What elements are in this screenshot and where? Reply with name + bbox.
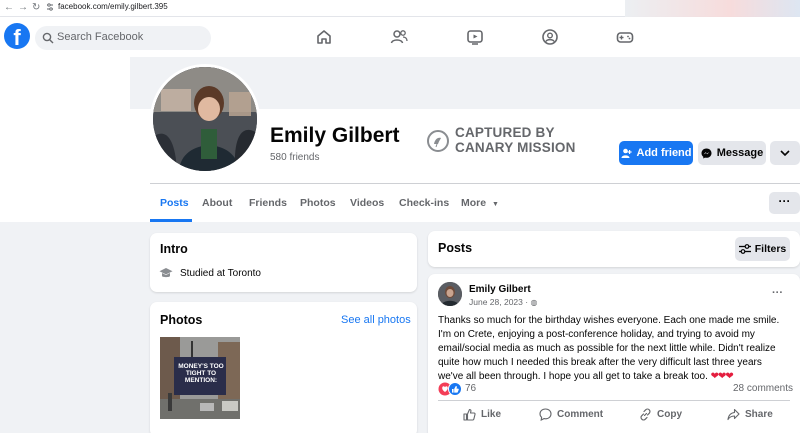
share-icon (727, 408, 740, 421)
profile-more-button[interactable]: ··· (769, 192, 800, 214)
chevron-down-icon (780, 150, 790, 156)
friends-icon[interactable] (390, 28, 408, 46)
message-label: Message (716, 147, 764, 159)
intro-title: Intro (160, 242, 188, 256)
profile-photo-image (153, 67, 257, 171)
post-author-avatar[interactable] (438, 282, 462, 306)
photos-title: Photos (160, 313, 203, 327)
blurred-tab-area (625, 0, 800, 17)
like-label: Like (481, 409, 502, 420)
post-author-name[interactable]: Emily Gilbert (469, 284, 531, 295)
canary-bird-icon (427, 130, 449, 152)
post-actions-divider (438, 400, 790, 401)
reload-icon[interactable]: ↻ (32, 2, 40, 13)
tab-photos[interactable]: Photos (300, 197, 336, 209)
add-friend-button[interactable]: Add friend (619, 141, 693, 165)
comment-count[interactable]: 28 comments (733, 383, 793, 394)
messenger-icon (701, 148, 712, 158)
more-dots-icon: ··· (778, 194, 791, 208)
post-body: Thanks so much for the birthday wishes e… (438, 314, 788, 384)
share-button[interactable]: Share (727, 408, 773, 421)
browser-toolbar: ← → ↻ facebook.com/emily.gilbert.395 (0, 0, 800, 17)
hearts-emoji: ❤❤❤ (710, 371, 734, 382)
posts-title: Posts (438, 241, 473, 255)
home-icon[interactable] (315, 28, 333, 46)
education-item: Studied at Toronto (180, 268, 261, 279)
groups-icon[interactable] (541, 28, 559, 46)
search-icon (42, 32, 54, 44)
search-input[interactable]: Search Facebook (57, 31, 143, 43)
tab-more[interactable]: More ▼ (461, 197, 499, 209)
tab-about[interactable]: About (202, 197, 232, 209)
canary-mission-watermark: CAPTURED BY CANARY MISSION (455, 125, 576, 155)
reaction-icons[interactable] (438, 382, 465, 396)
filters-button[interactable]: Filters (735, 237, 790, 261)
tab-more-label: More (461, 197, 487, 209)
copy-button[interactable]: Copy (639, 408, 682, 421)
facebook-top-nav: f Search Facebook (0, 17, 800, 57)
profile-name: Emily Gilbert (270, 124, 400, 147)
address-bar[interactable]: facebook.com/emily.gilbert.395 (58, 2, 168, 11)
site-info-icon[interactable] (46, 3, 54, 11)
photo-thumbnail[interactable]: MONEY'S TOO TIGHT TO MENTION: (160, 337, 240, 419)
active-tab-indicator (150, 219, 192, 222)
watermark-line-2: CANARY MISSION (455, 139, 576, 155)
search-box[interactable]: Search Facebook (35, 26, 211, 50)
reaction-count[interactable]: 76 (465, 383, 476, 394)
tab-check-ins[interactable]: Check-ins (399, 197, 449, 209)
watermark-line-1: CAPTURED BY (455, 125, 555, 140)
thumbs-up-icon (463, 408, 476, 421)
comment-button[interactable]: Comment (539, 408, 603, 421)
post-options-button[interactable]: ··· (772, 287, 783, 299)
copy-label: Copy (657, 409, 682, 420)
header-band (0, 57, 130, 109)
comment-icon (539, 408, 552, 421)
forward-icon[interactable]: → (18, 2, 28, 13)
tab-friends[interactable]: Friends (249, 197, 287, 209)
graduation-cap-icon (159, 268, 173, 278)
back-icon[interactable]: ← (4, 2, 14, 13)
facebook-logo-icon[interactable]: f (4, 23, 30, 49)
header-divider (150, 183, 800, 184)
gaming-icon[interactable] (616, 28, 634, 46)
like-button[interactable]: Like (463, 408, 501, 421)
tab-videos[interactable]: Videos (350, 197, 384, 209)
post-timestamp[interactable]: June 28, 2023 · ◍ (469, 297, 537, 307)
copy-link-icon (640, 408, 651, 421)
profile-picture[interactable] (150, 64, 260, 174)
filter-sliders-icon (738, 244, 751, 254)
friend-count[interactable]: 580 friends (270, 152, 319, 163)
caret-down-icon: ▼ (492, 201, 499, 208)
intro-card: Intro (150, 233, 417, 292)
add-friend-label: Add friend (636, 147, 692, 159)
globe-icon: ◍ (530, 298, 538, 307)
comment-label: Comment (557, 409, 604, 420)
post-date-text: June 28, 2023 · (469, 297, 531, 307)
post-author-avatar-image (438, 282, 462, 306)
filters-label: Filters (754, 243, 787, 255)
share-label: Share (745, 409, 773, 420)
add-person-icon (621, 148, 632, 158)
photo-caption-text: MONEY'S TOO TIGHT TO MENTION: (178, 363, 224, 384)
watch-icon[interactable] (466, 28, 484, 46)
more-options-button[interactable] (770, 141, 800, 165)
tab-posts[interactable]: Posts (160, 197, 189, 209)
see-all-photos-link[interactable]: See all photos (341, 314, 411, 326)
message-button[interactable]: Message (698, 141, 766, 165)
